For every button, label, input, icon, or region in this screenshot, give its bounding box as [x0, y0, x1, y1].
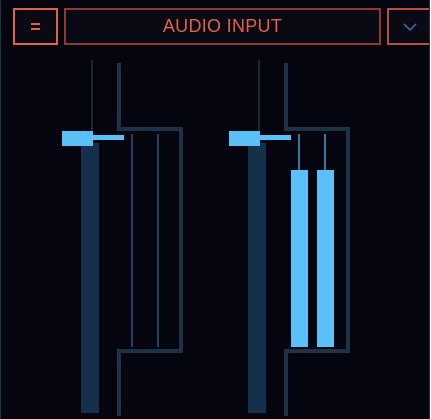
channel-1-meter-frame	[117, 63, 183, 416]
channel-1-fader-handle[interactable]	[62, 131, 93, 146]
audio-input-panel: AUDIO INPUT	[0, 0, 430, 419]
channel-2-meter-right-bar	[317, 170, 334, 347]
channel-2-meter-left-bar	[291, 170, 308, 347]
meters-area	[62, 60, 350, 416]
channel-2-fader-handle[interactable]	[229, 131, 260, 146]
channel-2-fader-track[interactable]	[248, 143, 266, 413]
channel-1-fader-arm	[91, 135, 124, 140]
channel-1-fader-track[interactable]	[81, 143, 99, 413]
channel-2-fader-arm	[258, 135, 291, 140]
